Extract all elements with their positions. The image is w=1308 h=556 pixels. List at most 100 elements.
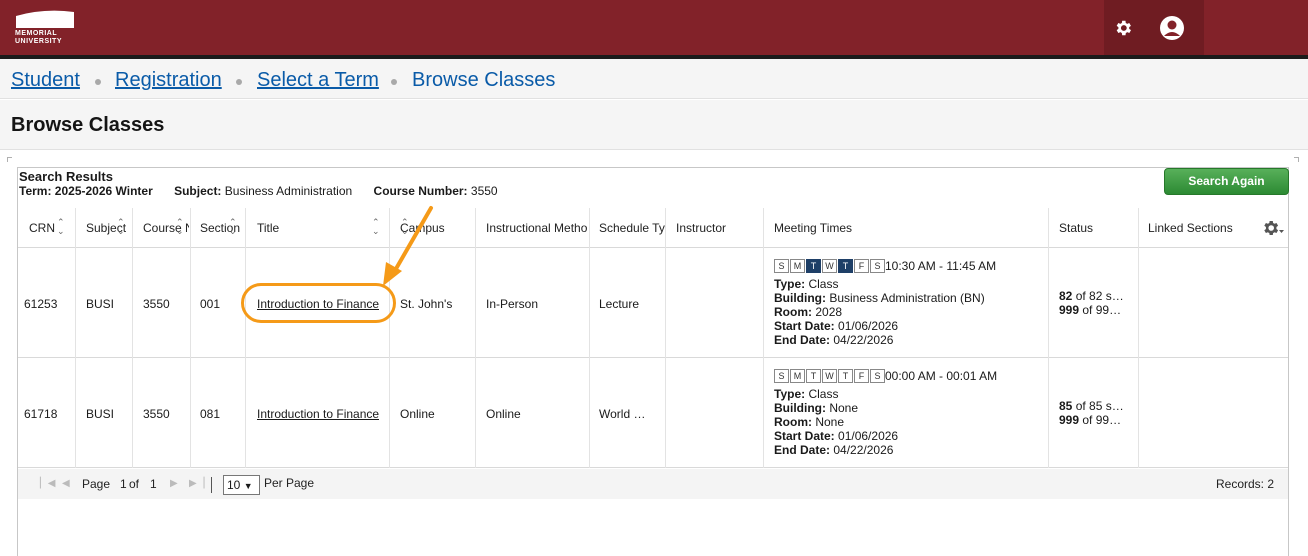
cell-schedule-type: Lecture bbox=[599, 297, 640, 311]
per-page-select[interactable]: 10 ▼ bbox=[223, 475, 260, 495]
search-results-panel: Search Results Term: 2025-2026 Winter Su… bbox=[17, 167, 1289, 556]
meeting-days: S M T W T F S bbox=[774, 369, 886, 383]
gear-icon[interactable] bbox=[1113, 18, 1133, 38]
column-schedule-type[interactable]: Schedule Ty bbox=[599, 208, 665, 248]
day-sunday: S bbox=[774, 259, 789, 273]
meeting-room: Room: None bbox=[774, 415, 845, 429]
column-instructional-method[interactable]: Instructional Metho bbox=[486, 208, 588, 248]
status-waitlist: 999 of 99… bbox=[1059, 303, 1122, 317]
table-row[interactable]: 61718 BUSI 3550 081 Introduction to Fina… bbox=[18, 358, 1288, 468]
pagination-bar: ▏◀ ◀ Page 1 of 1 ▶ ▶▕ 10 ▼ Per Page Reco… bbox=[18, 469, 1288, 499]
breadcrumb-student[interactable]: Student bbox=[11, 69, 80, 92]
first-page-icon[interactable]: ▏◀ bbox=[40, 478, 55, 489]
column-campus[interactable]: Campus bbox=[400, 208, 470, 248]
logo-line-2: UNIVERSITY bbox=[15, 38, 63, 45]
sort-icon[interactable]: ⌃ ⌄ bbox=[117, 218, 125, 236]
page-of-label: of bbox=[129, 477, 140, 491]
records-count: Records: 2 bbox=[1216, 477, 1275, 491]
sort-icon[interactable]: ⌃ ⌄ bbox=[57, 218, 65, 236]
per-page-value: 10 bbox=[227, 478, 241, 492]
sort-icon[interactable]: ⌃ ⌄ bbox=[176, 218, 184, 236]
meeting-type: Type: Class bbox=[774, 387, 839, 401]
meeting-start-date: Start Date: 01/06/2026 bbox=[774, 429, 899, 443]
page-total: 1 bbox=[150, 477, 157, 491]
panel-corner bbox=[7, 157, 12, 162]
cell-subject: BUSI bbox=[86, 297, 115, 311]
sort-icon[interactable]: ⌃ ⌄ bbox=[401, 218, 409, 236]
column-status[interactable]: Status bbox=[1059, 208, 1129, 248]
breadcrumb-separator bbox=[95, 79, 101, 85]
cell-campus: Online bbox=[400, 407, 435, 421]
meeting-days: S M T W T F S bbox=[774, 259, 886, 273]
cell-instructional-method: In-Person bbox=[486, 297, 539, 311]
day-tuesday: T bbox=[806, 369, 821, 383]
breadcrumb-registration[interactable]: Registration bbox=[115, 69, 222, 92]
logo-text: MEMORIAL UNIVERSITY bbox=[15, 30, 62, 46]
day-saturday: S bbox=[870, 369, 885, 383]
status-waitlist: 999 of 99… bbox=[1059, 413, 1122, 427]
per-page-label: Per Page bbox=[264, 476, 315, 490]
chevron-down-icon: ▼ bbox=[243, 481, 253, 491]
panel-corner bbox=[1294, 157, 1299, 162]
column-settings-gear-icon[interactable] bbox=[1261, 218, 1285, 238]
day-friday: F bbox=[854, 259, 869, 273]
cell-course-number: 3550 bbox=[143, 297, 170, 311]
course-number-label: Course Number: bbox=[373, 184, 468, 198]
meeting-start-date: Start Date: 01/06/2026 bbox=[774, 319, 899, 333]
table-header: CRN ⌃ ⌄ Subject ⌃ ⌄ Course N ⌃ ⌄ Section ⌃ ⌄… bbox=[18, 208, 1288, 248]
page-header: Browse Classes bbox=[0, 100, 1308, 150]
day-sunday: S bbox=[774, 369, 789, 383]
status-seats: 82 of 82 s… bbox=[1059, 289, 1124, 303]
cell-section: 001 bbox=[200, 297, 221, 311]
day-friday: F bbox=[854, 369, 869, 383]
top-header: MEMORIAL UNIVERSITY bbox=[0, 0, 1308, 55]
course-number-value: 3550 bbox=[470, 184, 498, 198]
cell-section: 081 bbox=[200, 407, 221, 421]
user-icon[interactable] bbox=[1159, 15, 1185, 41]
last-page-icon[interactable]: ▶▕ bbox=[189, 478, 204, 489]
breadcrumb-separator bbox=[236, 79, 242, 85]
meeting-room: Room: 2028 bbox=[774, 305, 843, 319]
pager-divider bbox=[211, 477, 212, 493]
term-value: 2025-2026 Winter bbox=[54, 184, 153, 198]
next-page-icon[interactable]: ▶ bbox=[170, 478, 178, 489]
page-label: Page bbox=[82, 477, 111, 491]
cell-schedule-type: World … bbox=[599, 407, 646, 421]
cell-instructional-method: Online bbox=[486, 407, 521, 421]
breadcrumb-browse-classes: Browse Classes bbox=[412, 69, 556, 91]
meeting-building: Building: None bbox=[774, 401, 859, 415]
subject-label: Subject: bbox=[174, 184, 222, 198]
page-title: Browse Classes bbox=[11, 114, 165, 136]
meeting-time: 00:00 AM - 00:01 AM bbox=[885, 369, 998, 383]
term-label: Term: bbox=[19, 184, 52, 198]
day-thursday: T bbox=[838, 259, 853, 273]
day-monday: M bbox=[790, 259, 805, 273]
meeting-end-date: End Date: 04/22/2026 bbox=[774, 443, 894, 457]
course-title-link[interactable]: Introduction to Finance bbox=[257, 407, 379, 421]
day-monday: M bbox=[790, 369, 805, 383]
status-seats: 85 of 85 s… bbox=[1059, 399, 1124, 413]
annotation-highlight-circle bbox=[241, 283, 396, 323]
column-meeting-times[interactable]: Meeting Times bbox=[774, 208, 894, 248]
sort-icon[interactable]: ⌃ ⌄ bbox=[372, 218, 380, 236]
table-row[interactable]: 61253 BUSI 3550 001 Introduction to Fina… bbox=[18, 248, 1288, 358]
page-current[interactable]: 1 bbox=[120, 477, 127, 491]
search-again-button[interactable]: Search Again bbox=[1164, 168, 1289, 195]
meeting-time: 10:30 AM - 11:45 AM bbox=[885, 259, 997, 273]
column-title[interactable]: Title bbox=[257, 208, 357, 248]
previous-page-icon[interactable]: ◀ bbox=[62, 478, 70, 489]
cell-crn: 61253 bbox=[24, 297, 58, 311]
column-instructor[interactable]: Instructor bbox=[676, 208, 766, 248]
column-linked-sections[interactable]: Linked Sections bbox=[1148, 208, 1248, 248]
subject-value: Business Administration bbox=[224, 184, 353, 198]
sort-icon[interactable]: ⌃ ⌄ bbox=[229, 218, 237, 236]
cell-course-number: 3550 bbox=[143, 407, 170, 421]
breadcrumb-select-term[interactable]: Select a Term bbox=[257, 69, 379, 92]
day-saturday: S bbox=[870, 259, 885, 273]
logo-line-1: MEMORIAL bbox=[15, 30, 58, 37]
search-results-heading: Search Results bbox=[19, 169, 113, 184]
meeting-end-date: End Date: 04/22/2026 bbox=[774, 333, 894, 347]
day-thursday: T bbox=[838, 369, 853, 383]
meeting-building: Building: Business Administration (BN) bbox=[774, 291, 985, 305]
search-criteria: Term: 2025-2026 Winter Subject: Business… bbox=[19, 184, 498, 198]
